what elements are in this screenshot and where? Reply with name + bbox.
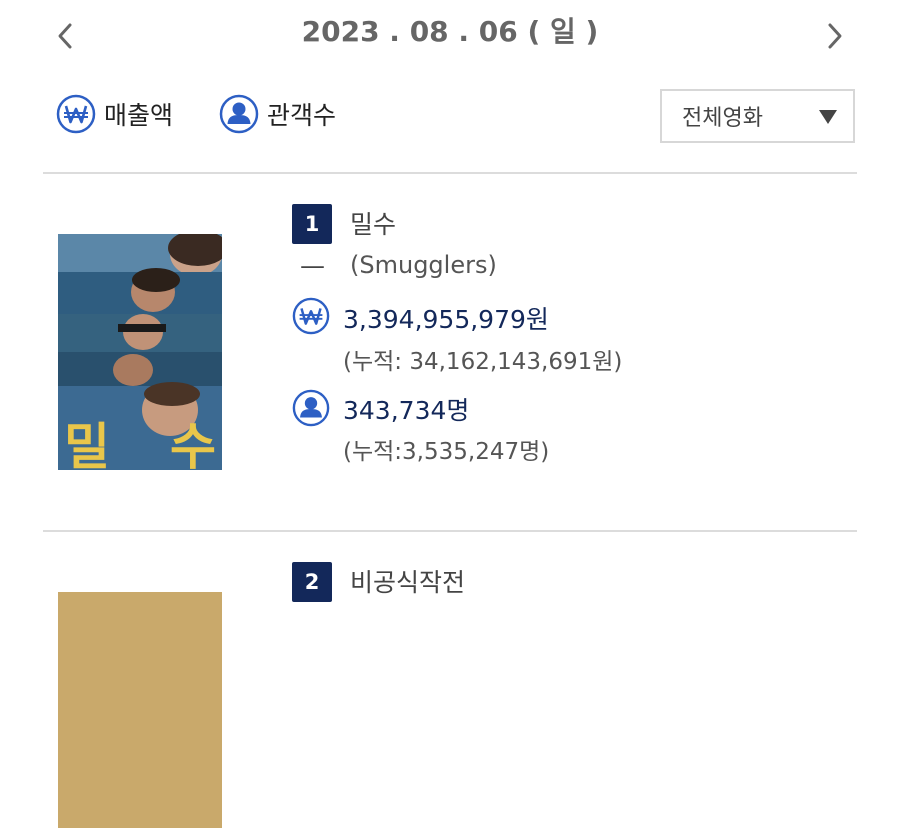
poster-title-left: 밀 xyxy=(64,418,110,470)
movie-filter-value: 전체영화 xyxy=(682,106,763,131)
audience-label: 관객수 xyxy=(267,101,337,130)
date-navigation: 2023 . 08 . 06 ( 일 ) xyxy=(0,0,900,70)
won-icon xyxy=(56,94,96,134)
cumulative-audience: (누적:3,535,247명) xyxy=(343,439,550,465)
divider xyxy=(43,172,857,174)
cumulative-revenue: (누적: 34,162,143,691원) xyxy=(343,349,623,375)
audience-toggle[interactable]: 관객수 xyxy=(219,94,336,134)
movie-title-english: (Smugglers) xyxy=(350,251,497,279)
poster-title-right: 수 xyxy=(170,418,216,470)
rank-badge: 1 xyxy=(292,204,332,244)
daily-revenue: 3,394,955,979원 xyxy=(343,305,549,334)
revenue-label: 매출액 xyxy=(104,101,174,130)
person-icon xyxy=(219,94,259,134)
rank-change: — xyxy=(300,251,325,280)
movie-poster[interactable]: 밀 수 xyxy=(58,234,222,470)
won-icon xyxy=(292,297,330,335)
person-icon xyxy=(292,389,330,427)
rank-badge: 2 xyxy=(292,562,332,602)
movie-title[interactable]: 비공식작전 xyxy=(350,563,465,599)
dropdown-arrow-icon xyxy=(819,110,837,124)
filter-row: 매출액 관객수 전체영화 xyxy=(0,85,900,145)
movie-poster[interactable] xyxy=(58,592,222,828)
current-date: 2023 . 08 . 06 ( 일 ) xyxy=(301,15,599,48)
revenue-toggle[interactable]: 매출액 xyxy=(56,94,173,134)
daily-audience: 343,734명 xyxy=(343,396,470,425)
movie-filter-select[interactable]: 전체영화 xyxy=(660,89,855,143)
movie-title[interactable]: 밀수 xyxy=(350,205,396,241)
chevron-right-icon xyxy=(828,23,842,49)
divider xyxy=(43,530,857,532)
poster-image: 밀 수 xyxy=(58,234,222,470)
next-date-button[interactable] xyxy=(815,14,855,58)
